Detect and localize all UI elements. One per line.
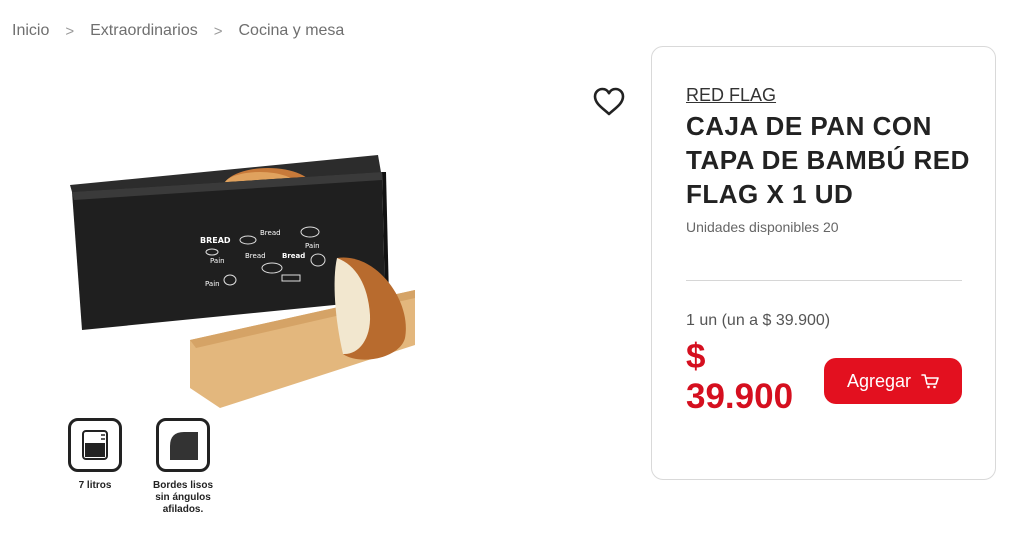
- capacity-icon: [68, 418, 122, 472]
- box-text-bread-4: Bread: [282, 252, 305, 260]
- breadcrumb: Inicio > Extraordinarios > Cocina y mesa: [12, 22, 344, 40]
- stock-availability: Unidades disponibles 20: [686, 219, 839, 235]
- product-image: BREAD Bread Pain Bread Pain Pain Bread: [70, 155, 415, 408]
- box-text-pain-3: Pain: [205, 280, 220, 288]
- breadcrumb-extraordinarios[interactable]: Extraordinarios: [90, 22, 198, 40]
- breadcrumb-separator: >: [213, 22, 223, 40]
- feature-capacity: 7 litros: [60, 418, 130, 516]
- breadcrumb-cocina-y-mesa[interactable]: Cocina y mesa: [239, 22, 345, 40]
- product-title: CAJA DE PAN CON TAPA DE BAMBÚ RED FLAG X…: [686, 111, 970, 209]
- price-currency-symbol: $: [686, 337, 706, 376]
- product-brand-link[interactable]: RED FLAG: [686, 85, 776, 106]
- add-to-cart-button[interactable]: Agregar: [824, 358, 962, 404]
- box-text-bread-3: Bread: [245, 252, 266, 260]
- product-features: 7 litros Bordes lisos sin ángulos afilad…: [60, 418, 218, 516]
- box-text-bread-2: Bread: [260, 229, 281, 237]
- box-text-bread: BREAD: [200, 236, 231, 245]
- add-to-cart-label: Agregar: [846, 370, 912, 391]
- breadcrumb-inicio[interactable]: Inicio: [12, 22, 49, 40]
- unit-price: 1 un (un a $ 39.900): [686, 312, 831, 329]
- divider: [686, 280, 962, 281]
- product-price: $ 39.900: [686, 337, 793, 417]
- feature-rounded-edges: Bordes lisos sin ángulos afilados.: [148, 418, 218, 516]
- price-value: 39.900: [686, 377, 794, 416]
- rounded-edges-icon: [156, 418, 210, 472]
- cart-icon: [921, 374, 939, 389]
- product-card: RED FLAG CAJA DE PAN CON TAPA DE BAMBÚ R…: [651, 46, 996, 480]
- feature-capacity-label: 7 litros: [78, 480, 112, 491]
- box-text-pain-2: Pain: [210, 257, 225, 265]
- feature-rounded-edges-label: Bordes lisos sin ángulos afilados.: [152, 480, 214, 515]
- breadcrumb-separator: >: [65, 22, 75, 40]
- box-text-pain: Pain: [305, 242, 320, 250]
- favorite-heart-icon[interactable]: [592, 86, 626, 118]
